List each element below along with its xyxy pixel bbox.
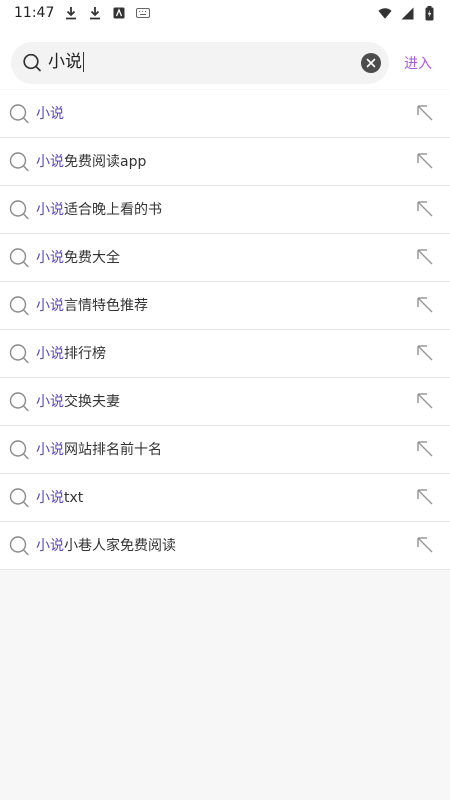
search-header: 小说 进入 (0, 26, 450, 89)
status-right (378, 5, 436, 20)
search-icon (8, 487, 30, 509)
suggestion-highlight: 小说 (36, 538, 64, 554)
suggestion-text: 小说小巷人家免费阅读 (36, 536, 176, 556)
suggestion-rest: 小巷人家免费阅读 (64, 538, 176, 554)
suggestion-rest: 适合晚上看的书 (64, 202, 162, 218)
suggestion-highlight: 小说 (36, 346, 64, 362)
search-icon (8, 103, 30, 125)
suggestion-item[interactable]: 小说免费阅读app (0, 138, 450, 186)
suggestion-highlight: 小说 (36, 394, 64, 410)
suggestion-item[interactable]: 小说网站排名前十名 (0, 426, 450, 474)
suggestion-text: 小说言情特色推荐 (36, 296, 148, 316)
search-icon (8, 199, 30, 221)
arrow-up-left-icon[interactable] (416, 200, 434, 218)
suggestion-item[interactable]: 小说txt (0, 474, 450, 522)
download-icon (88, 6, 102, 20)
suggestion-highlight: 小说 (36, 490, 64, 506)
suggestion-highlight: 小说 (36, 154, 64, 170)
arrow-up-left-icon[interactable] (416, 440, 434, 458)
status-left: 11:47 (14, 5, 151, 21)
suggestion-rest: 交换夫妻 (64, 394, 120, 410)
search-icon (8, 439, 30, 461)
suggestion-item[interactable]: 小说适合晚上看的书 (0, 186, 450, 234)
arrow-up-left-icon[interactable] (416, 392, 434, 410)
status-bar: 11:47 (0, 0, 450, 26)
suggestion-item[interactable]: 小说免费大全 (0, 234, 450, 282)
search-icon (8, 247, 30, 269)
suggestion-rest: txt (64, 490, 84, 506)
suggestion-text: 小说适合晚上看的书 (36, 200, 162, 220)
arrow-up-left-icon[interactable] (416, 296, 434, 314)
suggestion-highlight: 小说 (36, 442, 64, 458)
text-caret (83, 52, 84, 72)
download-icon (64, 6, 78, 20)
suggestion-text: 小说排行榜 (36, 344, 106, 364)
search-query-text: 小说 (48, 52, 82, 72)
wifi-icon (378, 6, 392, 20)
clear-button[interactable] (361, 53, 381, 73)
search-query: 小说 (48, 51, 84, 73)
suggestion-highlight: 小说 (36, 202, 64, 218)
search-icon (8, 535, 30, 557)
search-icon (8, 151, 30, 173)
suggestion-highlight: 小说 (36, 298, 64, 314)
app-badge-icon (112, 6, 126, 20)
suggestion-rest: 免费阅读app (64, 154, 147, 170)
suggestion-rest: 言情特色推荐 (64, 298, 148, 314)
suggestion-item[interactable]: 小说排行榜 (0, 330, 450, 378)
status-time: 11:47 (14, 5, 55, 21)
search-input[interactable]: 小说 (11, 42, 389, 84)
arrow-up-left-icon[interactable] (416, 104, 434, 122)
enter-button[interactable]: 进入 (404, 53, 432, 73)
suggestion-text: 小说免费大全 (36, 248, 120, 268)
suggestion-item[interactable]: 小说 (0, 90, 450, 138)
search-icon (21, 52, 43, 74)
suggestion-list: 小说 小说免费阅读app 小说适合晚上看的书 小说免费大全 小说言情特色推荐 小说排行榜小… (0, 90, 450, 570)
suggestion-text: 小说 (36, 104, 64, 124)
search-icon (8, 391, 30, 413)
suggestion-item[interactable]: 小说小巷人家免费阅读 (0, 522, 450, 570)
arrow-up-left-icon[interactable] (416, 152, 434, 170)
search-icon (8, 343, 30, 365)
signal-icon (400, 6, 414, 20)
arrow-up-left-icon[interactable] (416, 344, 434, 362)
suggestion-highlight: 小说 (36, 250, 64, 266)
battery-charging-icon (422, 5, 436, 20)
suggestion-rest: 网站排名前十名 (64, 442, 162, 458)
close-icon (366, 58, 376, 68)
search-icon (8, 295, 30, 317)
suggestion-text: 小说免费阅读app (36, 152, 146, 172)
keyboard-icon (136, 6, 151, 20)
suggestion-item[interactable]: 小说言情特色推荐 (0, 282, 450, 330)
suggestion-highlight: 小说 (36, 106, 64, 122)
suggestion-text: 小说网站排名前十名 (36, 440, 162, 460)
arrow-up-left-icon[interactable] (416, 488, 434, 506)
suggestion-item[interactable]: 小说交换夫妻 (0, 378, 450, 426)
suggestion-rest: 排行榜 (64, 346, 106, 362)
suggestion-text: 小说txt (36, 488, 83, 508)
suggestion-text: 小说交换夫妻 (36, 392, 120, 412)
suggestion-rest: 免费大全 (64, 250, 120, 266)
arrow-up-left-icon[interactable] (416, 248, 434, 266)
arrow-up-left-icon[interactable] (416, 536, 434, 554)
